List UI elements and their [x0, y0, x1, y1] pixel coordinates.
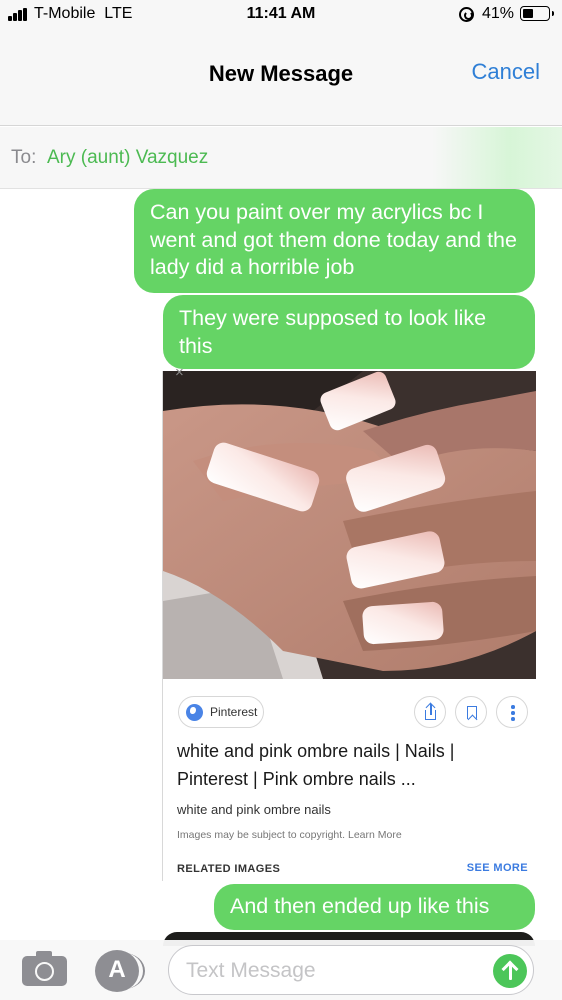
to-label: To: — [11, 147, 37, 168]
more-options-button[interactable] — [496, 696, 528, 728]
send-button[interactable] — [493, 954, 527, 988]
battery-icon — [520, 6, 554, 21]
close-icon[interactable]: × — [175, 364, 184, 381]
source-label: Pinterest — [210, 705, 258, 719]
bookmark-icon — [467, 706, 477, 719]
link-subtitle: white and pink ombre nails — [177, 802, 331, 817]
bookmark-button[interactable] — [455, 696, 487, 728]
related-images-label: RELATED IMAGES — [177, 863, 281, 875]
message-bubble[interactable]: They were supposed to look like this — [163, 295, 535, 369]
see-more-link[interactable]: SEE MORE — [467, 862, 528, 874]
recipient-name[interactable]: Ary (aunt) Vazquez — [47, 147, 208, 169]
recipient-field[interactable]: To: Ary (aunt) Vazquez — [0, 127, 562, 189]
recipient-highlight — [432, 127, 562, 188]
camera-icon[interactable] — [22, 951, 67, 986]
source-chip[interactable]: Pinterest — [178, 696, 264, 728]
orientation-lock-icon — [459, 7, 474, 22]
link-preview-card[interactable]: Pinterest white and pink ombre nails | N… — [162, 371, 536, 881]
message-bubble[interactable]: Can you paint over my acrylics bc I went… — [134, 189, 535, 293]
copyright-note[interactable]: Images may be subject to copyright. Lear… — [177, 829, 402, 841]
cancel-button[interactable]: Cancel — [472, 59, 540, 85]
share-button[interactable] — [414, 696, 446, 728]
message-placeholder: Text Message — [186, 959, 316, 982]
status-time: 11:41 AM — [246, 5, 316, 22]
link-title[interactable]: white and pink ombre nails | Nails | Pin… — [177, 737, 522, 793]
app-store-icon[interactable]: A — [95, 950, 145, 992]
nail-photo[interactable] — [163, 371, 536, 679]
battery-percent: 41% — [482, 5, 515, 22]
message-bubble[interactable]: And then ended up like this — [214, 884, 535, 930]
battery-fill — [523, 9, 533, 18]
globe-icon — [186, 704, 203, 721]
status-bar: T-Mobile LTE 11:41 AM 41% — [0, 0, 562, 30]
navigation-header: T-Mobile LTE 11:41 AM 41% New Message Ca… — [0, 0, 562, 126]
message-input[interactable]: Text Message — [168, 945, 534, 995]
